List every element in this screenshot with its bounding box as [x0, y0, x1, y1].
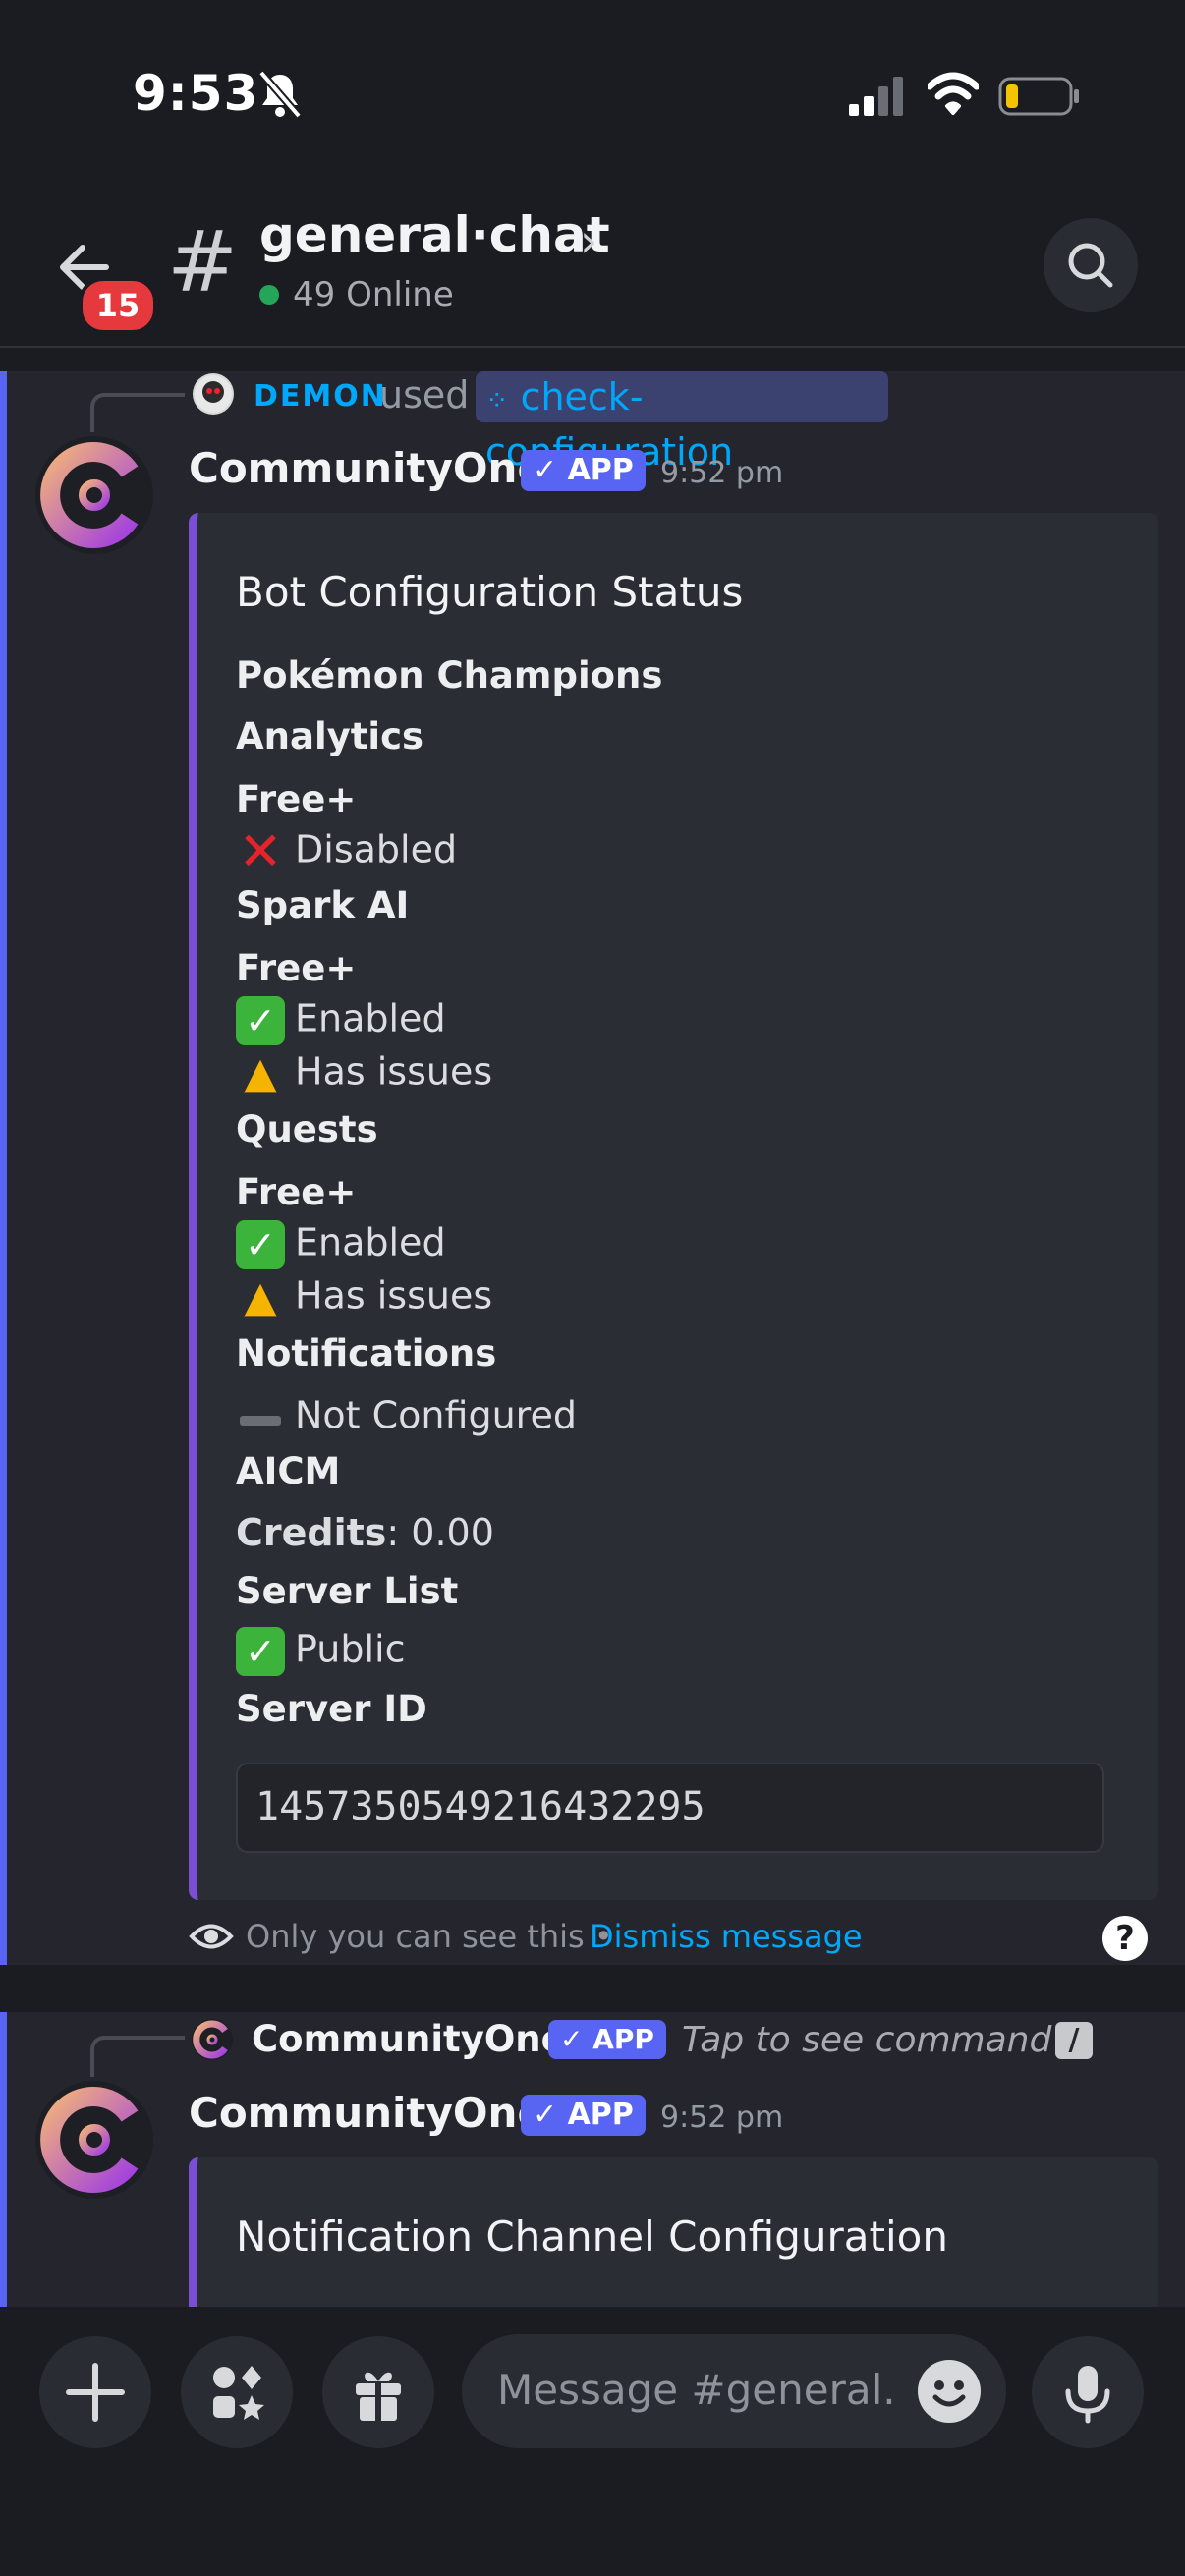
eye-icon [189, 1924, 234, 1949]
bot-author-name[interactable]: CommunityOne [189, 2089, 545, 2137]
status-not-configured: Not Configured [295, 1393, 577, 1437]
message-timestamp: 9:52 pm [660, 456, 784, 490]
field-value: ✓ Public [236, 1627, 405, 1676]
chevron-right-icon[interactable]: › [580, 214, 597, 267]
status-enabled: Enabled [295, 996, 446, 1040]
app-tag: ✓ APP [521, 450, 646, 491]
reply-avatar[interactable] [191, 2018, 234, 2061]
server-id-code-block[interactable]: 1457350549216432295 [236, 1763, 1104, 1853]
warning-icon: ▲ [244, 1272, 277, 1322]
field-name: Server List [236, 1570, 459, 1612]
reply-connector [90, 393, 185, 432]
channel-hash-icon: # [167, 213, 239, 311]
wifi-icon [928, 72, 979, 115]
field-name: Free+ [236, 1171, 357, 1213]
minus-icon [236, 1393, 285, 1442]
bell-muted-icon [257, 70, 303, 119]
field-value: Not Configured [236, 1393, 577, 1442]
gift-icon [356, 2372, 401, 2421]
online-count: 49 Online [293, 275, 454, 314]
help-button[interactable]: ? [1102, 1916, 1148, 1961]
online-status-dot [259, 285, 279, 305]
field-name: Free+ [236, 778, 357, 820]
emoji-button[interactable] [918, 2360, 981, 2423]
status-time: 9:53 [133, 65, 259, 122]
dismiss-message-link[interactable]: Dismiss message [590, 1918, 863, 1955]
used-text: used [379, 373, 470, 417]
field-value: ✓ Enabled [236, 996, 446, 1045]
invoker-avatar[interactable] [193, 373, 234, 415]
bot-avatar[interactable] [35, 2081, 153, 2199]
status-issues: Has issues [295, 1273, 493, 1317]
status-disabled: Disabled [295, 827, 458, 871]
field-value: ▲ Has issues [236, 1273, 492, 1322]
status-enabled: Enabled [295, 1220, 446, 1264]
bot-author-name[interactable]: CommunityOne [189, 444, 545, 492]
highlight-bar [0, 2012, 7, 2307]
field-name: Notifications [236, 1332, 497, 1374]
field-name: AICM [236, 1450, 341, 1492]
skull-icon [195, 375, 232, 413]
field-value: ✕ Disabled [236, 820, 458, 882]
credits-value: : 0.00 [386, 1511, 494, 1554]
field-name: Analytics [236, 715, 424, 757]
field-name: Server ID [236, 1688, 427, 1730]
check-mark-icon: ✓ [236, 1627, 285, 1676]
invoker-name[interactable]: DEMON [254, 379, 387, 414]
credits-label: Credits [236, 1511, 387, 1554]
communityone-logo-icon [37, 438, 151, 552]
voice-message-button[interactable] [1032, 2336, 1144, 2448]
bot-avatar[interactable] [35, 436, 153, 554]
communityone-logo-icon [37, 2083, 151, 2197]
server-id-value: 1457350549216432295 [255, 1784, 705, 1829]
field-name: Pokémon Champions [236, 654, 663, 697]
plus-icon [66, 2363, 125, 2422]
search-icon [1068, 243, 1113, 288]
message-input-placeholder: Message #general... [497, 2366, 900, 2414]
status-issues: Has issues [295, 1049, 493, 1093]
apps-button[interactable] [181, 2336, 293, 2448]
ephemeral-notice: Only you can see this • [246, 1918, 613, 1955]
apps-icon [213, 2366, 264, 2420]
search-button[interactable] [1044, 218, 1138, 312]
tap-to-see-command[interactable]: Tap to see command [682, 2020, 1051, 2060]
field-name: Free+ [236, 947, 357, 989]
cross-mark-icon: ✕ [238, 820, 283, 882]
highlight-bar [0, 371, 7, 1965]
reply-connector [90, 2036, 185, 2077]
embed-title: Bot Configuration Status [236, 568, 744, 616]
unread-badge: 15 [79, 277, 157, 334]
slash-command-icon: ⁘ [485, 384, 509, 417]
credits-line: Credits: 0.00 [236, 1511, 494, 1554]
battery-icon [998, 77, 1079, 116]
add-attachment-button[interactable] [39, 2336, 151, 2448]
smiley-icon [932, 2380, 966, 2407]
field-name: Spark AI [236, 884, 410, 926]
app-tag: ✓ APP [548, 2020, 666, 2059]
check-mark-icon: ✓ [236, 1220, 285, 1269]
field-value: ✓ Enabled [236, 1220, 446, 1269]
slash-command-icon: / [1055, 2022, 1093, 2059]
communityone-logo-icon [192, 2019, 233, 2060]
gift-button[interactable] [322, 2336, 434, 2448]
app-tag: ✓ APP [521, 2095, 646, 2136]
status-public: Public [295, 1627, 406, 1671]
channel-name[interactable]: general·chat [259, 206, 610, 263]
check-mark-icon: ✓ [236, 996, 285, 1045]
microphone-icon [1065, 2366, 1110, 2424]
cellular-signal-icon [849, 77, 903, 116]
embed-title: Notification Channel Configuration [236, 2212, 948, 2261]
message-timestamp: 9:52 pm [660, 2100, 784, 2135]
reply-author[interactable]: CommunityOne [252, 2018, 566, 2060]
field-value: ▲ Has issues [236, 1049, 492, 1098]
warning-icon: ▲ [244, 1048, 277, 1098]
field-name: Quests [236, 1108, 378, 1150]
command-mention[interactable]: ⁘ check-configuration [476, 371, 888, 474]
